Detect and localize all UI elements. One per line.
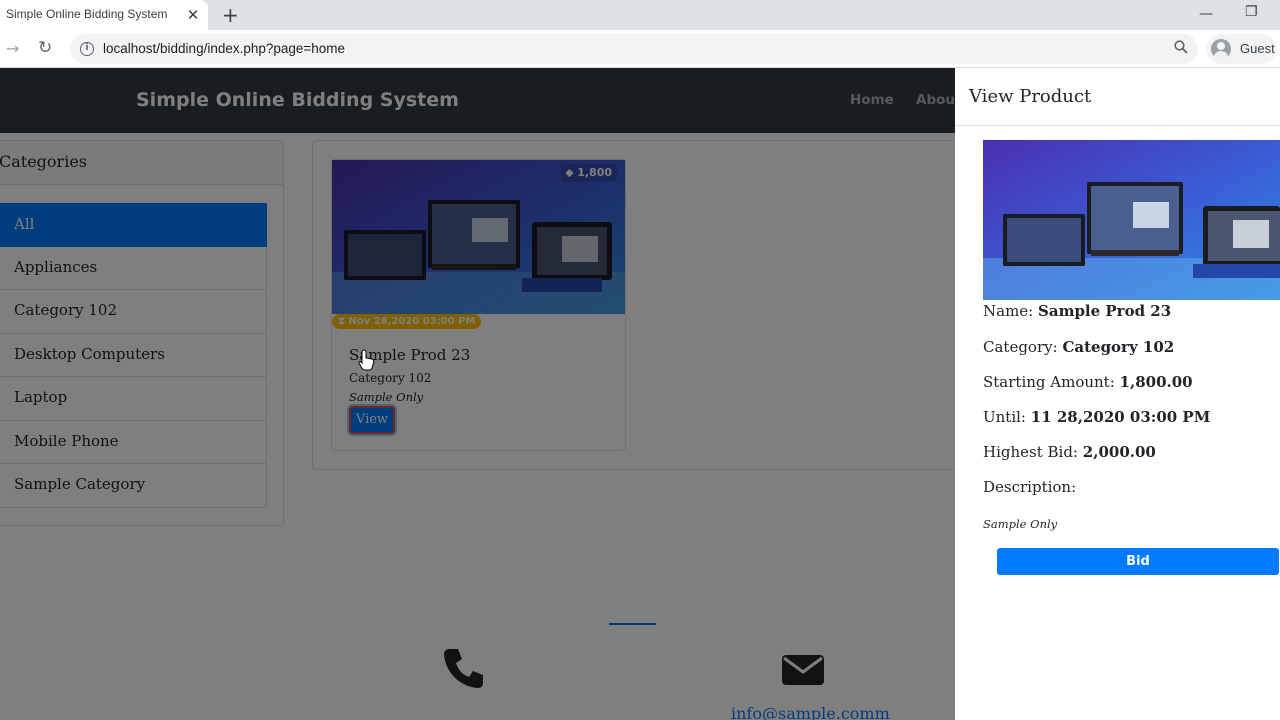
detail-until-label: Until: — [983, 408, 1026, 426]
browser-tab[interactable]: Simple Online Bidding System ✕ — [0, 0, 208, 30]
restore-icon[interactable]: ❐ — [1245, 4, 1258, 20]
info-icon[interactable]: i — [80, 42, 94, 56]
profile-name: Guest — [1240, 41, 1275, 56]
omnibox[interactable]: i localhost/bidding/index.php?page=home — [70, 34, 1198, 64]
detail-description-label: Description: — [983, 478, 1077, 496]
browser-tab-strip: Simple Online Bidding System ✕ + — ❐ — [0, 0, 1280, 30]
panel-title: View Product — [969, 86, 1092, 107]
minimize-icon[interactable]: — — [1199, 6, 1213, 22]
panel-product-image — [983, 140, 1280, 300]
detail-category: Category: Category 102 — [983, 338, 1174, 356]
detail-highest-value: 2,000.00 — [1082, 443, 1156, 461]
mouse-pointer-icon — [358, 349, 375, 371]
detail-category-value: Category 102 — [1062, 338, 1175, 356]
detail-category-label: Category: — [983, 338, 1058, 356]
forward-icon[interactable]: → — [6, 39, 19, 58]
panel-header: View Product — [955, 68, 1280, 126]
address-bar-row: → ↻ i localhost/bidding/index.php?page=h… — [0, 30, 1280, 68]
detail-starting-label: Starting Amount: — [983, 373, 1115, 391]
url-text[interactable]: localhost/bidding/index.php?page=home — [103, 41, 345, 56]
reload-icon[interactable]: ↻ — [38, 38, 52, 58]
new-tab-icon[interactable]: + — [222, 5, 239, 25]
detail-until-value: 11 28,2020 03:00 PM — [1030, 408, 1211, 426]
tab-title: Simple Online Bidding System — [6, 7, 168, 21]
detail-starting: Starting Amount: 1,800.00 — [983, 373, 1193, 391]
detail-name: Name: Sample Prod 23 — [983, 302, 1171, 320]
avatar-icon — [1211, 39, 1231, 59]
profile-button[interactable]: Guest — [1206, 34, 1276, 64]
zoom-icon[interactable] — [1174, 40, 1188, 58]
detail-name-value: Sample Prod 23 — [1038, 302, 1172, 320]
tab-close-icon[interactable]: ✕ — [185, 7, 201, 23]
detail-name-label: Name: — [983, 302, 1034, 320]
view-product-panel: View Product Name: Sample Prod 23 Catego… — [955, 68, 1280, 720]
detail-highest: Highest Bid: 2,000.00 — [983, 443, 1156, 461]
detail-highest-label: Highest Bid: — [983, 443, 1078, 461]
detail-starting-value: 1,800.00 — [1119, 373, 1193, 391]
bid-button[interactable]: Bid — [997, 548, 1279, 575]
panel-description: Sample Only — [983, 517, 1058, 531]
detail-until: Until: 11 28,2020 03:00 PM — [983, 408, 1210, 426]
